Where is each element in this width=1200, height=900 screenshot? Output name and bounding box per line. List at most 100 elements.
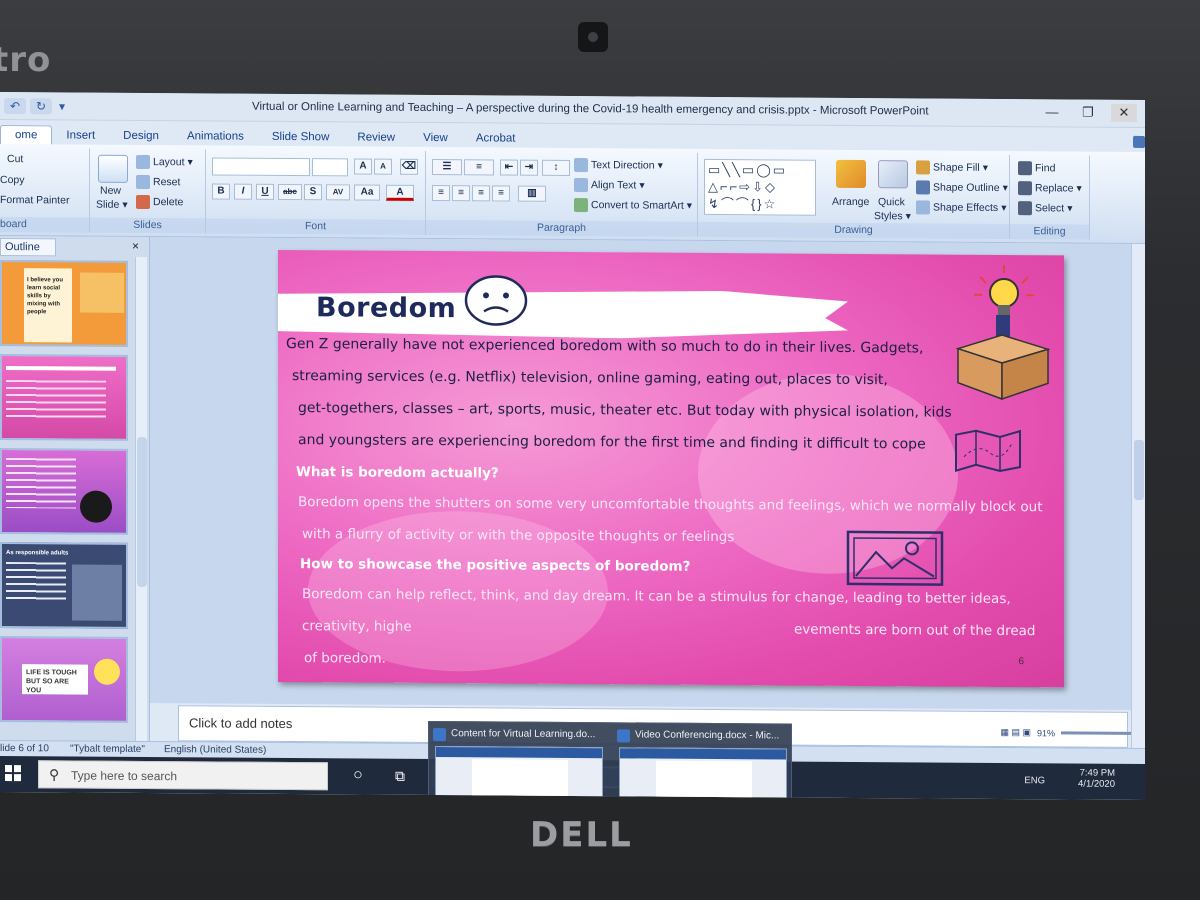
status-template: "Tybalt template" bbox=[70, 743, 145, 756]
preview-video-conf-doc[interactable]: Video Conferencing.docx - Mic... bbox=[617, 729, 789, 800]
copy-button[interactable]: Copy bbox=[0, 174, 25, 186]
shapes-gallery[interactable]: ▭╲╲▭◯▭ △⌐⌐⇨⇩◇ ↯⌒⌒{}☆ bbox=[704, 158, 816, 216]
pane-close-icon[interactable]: × bbox=[132, 239, 139, 253]
new-slide-dropdown[interactable]: Slide ▾ bbox=[96, 199, 128, 211]
tab-outline[interactable]: Outline bbox=[0, 238, 56, 257]
shape-outline-button[interactable]: Shape Outline ▾ bbox=[916, 180, 1008, 195]
preview-content-doc[interactable]: Content for Virtual Learning.do... bbox=[433, 728, 605, 800]
para2-line-2a[interactable]: creativity, highe bbox=[302, 618, 412, 635]
task-view-icon[interactable]: ⧉ bbox=[388, 765, 412, 787]
body-line-3[interactable]: get-togethers, classes – art, sports, mu… bbox=[298, 400, 952, 421]
numbering-icon[interactable]: ≡ bbox=[464, 159, 494, 176]
shrink-font-button[interactable]: A bbox=[374, 158, 392, 175]
subheading-what-is-boredom[interactable]: What is boredom actually? bbox=[296, 464, 499, 481]
increase-indent-icon[interactable]: ⇥ bbox=[520, 159, 538, 176]
tab-slide-show[interactable]: Slide Show bbox=[258, 128, 344, 147]
customize-qat-icon[interactable]: ▾ bbox=[56, 98, 68, 114]
align-text-button[interactable]: Align Text ▾ bbox=[574, 178, 645, 193]
redo-icon[interactable]: ↻ bbox=[30, 98, 52, 115]
cut-button[interactable]: Cut bbox=[2, 152, 23, 166]
delete-button[interactable]: Delete bbox=[136, 194, 183, 210]
bullets-icon[interactable]: ☰ bbox=[432, 159, 462, 176]
help-icon[interactable] bbox=[1133, 135, 1145, 148]
tab-acrobat[interactable]: Acrobat bbox=[462, 129, 530, 147]
arrange-button[interactable]: Arrange bbox=[832, 196, 869, 208]
convert-smartart-button[interactable]: Convert to SmartArt ▾ bbox=[574, 198, 692, 213]
replace-button[interactable]: Replace ▾ bbox=[1018, 181, 1082, 196]
slide-thumbnail-4[interactable] bbox=[0, 448, 128, 535]
new-slide-button[interactable]: New bbox=[100, 185, 121, 197]
change-case-button[interactable]: Aa bbox=[354, 184, 380, 201]
minimize-icon[interactable]: — bbox=[1039, 103, 1065, 121]
bold-button[interactable]: B bbox=[212, 183, 230, 200]
undo-icon[interactable]: ↶ bbox=[4, 98, 26, 115]
system-clock[interactable]: 7:49 PM 4/1/2020 bbox=[1078, 768, 1115, 790]
zoom-level[interactable]: 91% bbox=[1037, 728, 1055, 738]
tab-review[interactable]: Review bbox=[343, 128, 409, 146]
para2-line-3[interactable]: of boredom. bbox=[304, 650, 386, 667]
select-button[interactable]: Select ▾ bbox=[1018, 201, 1072, 216]
quick-styles-button[interactable]: Quick bbox=[878, 196, 905, 208]
tab-animations[interactable]: Animations bbox=[173, 127, 258, 146]
format-painter-button[interactable]: Format Painter bbox=[0, 194, 69, 206]
align-right-icon[interactable]: ≡ bbox=[472, 185, 490, 202]
underline-button[interactable]: U bbox=[256, 183, 274, 200]
windows-start-icon[interactable] bbox=[4, 764, 22, 782]
para2-line-2b[interactable]: evements are born out of the dread bbox=[794, 622, 1035, 640]
pane-scroll-thumb[interactable] bbox=[137, 436, 147, 588]
slide-thumbnail-3[interactable] bbox=[0, 354, 128, 441]
input-language[interactable]: ENG bbox=[1024, 775, 1045, 786]
align-left-icon[interactable]: ≡ bbox=[432, 185, 450, 202]
status-language[interactable]: English (United States) bbox=[164, 744, 266, 756]
slide-thumbnail-2[interactable]: I believe you learn social skills by mix… bbox=[0, 260, 128, 347]
current-slide[interactable]: Boredom Gen Z generally have not experie… bbox=[278, 249, 1064, 688]
close-icon[interactable]: ✕ bbox=[1111, 103, 1137, 122]
font-size-select[interactable] bbox=[312, 158, 348, 177]
vertical-scroll-thumb[interactable] bbox=[1134, 439, 1144, 500]
shape-fill-button[interactable]: Shape Fill ▾ bbox=[916, 160, 988, 175]
clear-format-icon[interactable]: ⌫ bbox=[400, 158, 418, 175]
slide-thumbnail-5[interactable]: As responsible adults bbox=[0, 542, 128, 629]
layout-button[interactable]: Layout ▾ bbox=[136, 154, 193, 170]
cortana-icon[interactable]: ○ bbox=[346, 764, 370, 786]
strikethrough-button[interactable]: abc bbox=[278, 183, 302, 201]
clock-date: 4/1/2020 bbox=[1078, 778, 1115, 790]
grow-font-button[interactable]: A bbox=[354, 158, 372, 175]
para1-line-2[interactable]: with a flurry of activity or with the op… bbox=[302, 526, 734, 545]
thumb-line bbox=[6, 366, 116, 371]
line-spacing-icon[interactable]: ↕ bbox=[542, 159, 570, 176]
shadow-button[interactable]: S bbox=[304, 184, 322, 201]
find-button[interactable]: Find bbox=[1018, 161, 1055, 176]
char-spacing-button[interactable]: AV bbox=[326, 184, 350, 201]
slide-thumbnail-6[interactable]: LIFE IS TOUGH BUT SO ARE YOU bbox=[0, 636, 128, 723]
shape-effects-button[interactable]: Shape Effects ▾ bbox=[916, 200, 1006, 215]
slide-thumbnail-text: As responsible adults bbox=[6, 550, 69, 557]
tab-view[interactable]: View bbox=[409, 129, 462, 147]
vertical-scrollbar[interactable] bbox=[1131, 243, 1145, 784]
pane-scrollbar[interactable] bbox=[135, 256, 147, 754]
tab-insert[interactable]: Insert bbox=[52, 126, 109, 144]
view-buttons-icon[interactable]: ▦ ▤ ▣ bbox=[1000, 727, 1031, 738]
align-center-icon[interactable]: ≡ bbox=[452, 185, 470, 202]
tab-home[interactable]: ome bbox=[0, 125, 53, 145]
slide-title[interactable]: Boredom bbox=[316, 292, 456, 324]
subheading-positive-aspects[interactable]: How to showcase the positive aspects of … bbox=[300, 556, 690, 575]
italic-button[interactable]: I bbox=[234, 183, 252, 200]
text-direction-button[interactable]: Text Direction ▾ bbox=[574, 158, 663, 173]
font-color-button[interactable]: A bbox=[386, 184, 414, 201]
restore-icon[interactable]: ❐ bbox=[1075, 104, 1101, 122]
justify-icon[interactable]: ≡ bbox=[492, 185, 510, 202]
taskbar-search-box[interactable]: ⚲ Type here to search bbox=[38, 760, 328, 791]
body-line-4[interactable]: and youngsters are experiencing boredom … bbox=[298, 432, 926, 452]
taskbar-window-previews: Content for Virtual Learning.do... Video… bbox=[428, 720, 792, 800]
tab-design[interactable]: Design bbox=[109, 127, 173, 145]
reset-button[interactable]: Reset bbox=[136, 174, 180, 190]
font-family-select[interactable] bbox=[212, 157, 310, 177]
body-line-1[interactable]: Gen Z generally have not experienced bor… bbox=[286, 336, 923, 356]
columns-icon[interactable]: ▥ bbox=[518, 185, 546, 202]
zoom-slider[interactable] bbox=[1061, 731, 1131, 735]
thumb-text-lines bbox=[6, 380, 106, 421]
body-line-2[interactable]: streaming services (e.g. Netflix) televi… bbox=[292, 368, 888, 388]
quick-styles-dropdown[interactable]: Styles ▾ bbox=[874, 210, 911, 222]
decrease-indent-icon[interactable]: ⇤ bbox=[500, 159, 518, 176]
